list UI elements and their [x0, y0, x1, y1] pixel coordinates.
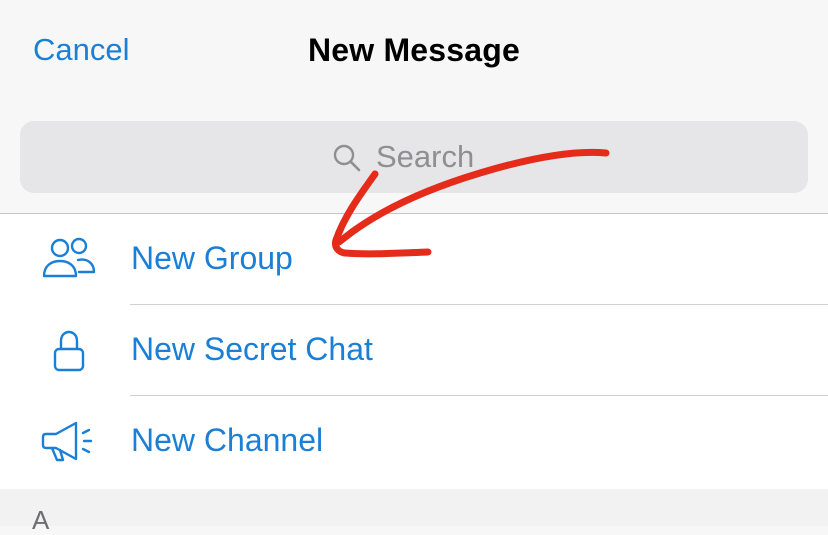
new-channel-row[interactable]: New Channel [0, 396, 828, 487]
page-title: New Message [307, 32, 521, 68]
search-bar-container [0, 100, 828, 213]
new-secret-chat-row[interactable]: New Secret Chat [0, 305, 828, 396]
search-bar[interactable] [20, 121, 808, 193]
group-icon [42, 237, 96, 278]
search-icon [333, 144, 361, 172]
section-header: A [0, 489, 828, 535]
new-group-label: New Group [131, 240, 293, 276]
action-list: New Group New Secret Chat New Channel [0, 214, 828, 489]
lock-icon [53, 330, 85, 372]
search-input[interactable] [376, 139, 496, 175]
section-letter: A [32, 505, 50, 535]
navigation-bar: Cancel New Message [0, 0, 828, 100]
new-group-row[interactable]: New Group [0, 214, 828, 305]
megaphone-icon [41, 421, 93, 462]
new-secret-chat-label: New Secret Chat [131, 331, 373, 367]
new-channel-label: New Channel [131, 422, 324, 458]
